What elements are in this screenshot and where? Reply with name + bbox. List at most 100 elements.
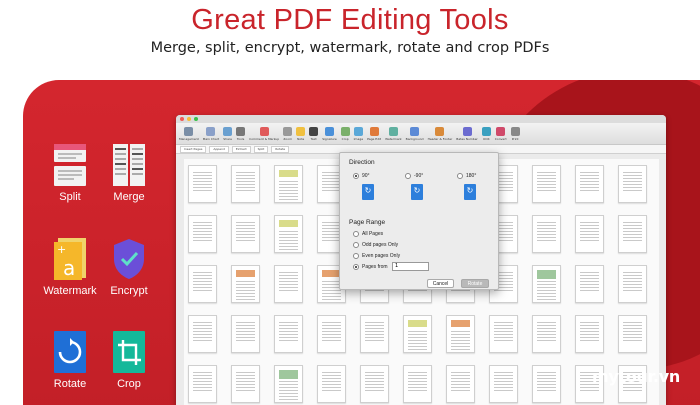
page-thumbnail[interactable] [575, 215, 604, 253]
pages-from-input[interactable]: 1 [392, 262, 429, 271]
direction-neg90-label: -90° [414, 173, 424, 179]
page-thumbnail[interactable] [489, 365, 518, 403]
direction-180-radio[interactable] [457, 173, 463, 179]
page-thumbnail[interactable] [575, 265, 604, 303]
page-thumbnail[interactable] [274, 315, 303, 353]
toolbar-button[interactable]: Zoom [283, 126, 293, 141]
tool-merge[interactable]: Merge [94, 143, 164, 203]
toolbar-glyph-icon [481, 126, 491, 136]
page-thumbnail[interactable] [618, 265, 647, 303]
toolbar-glyph-icon [236, 126, 246, 136]
toolbar-button-label: Management [179, 136, 199, 141]
page-thumbnail[interactable] [575, 315, 604, 353]
close-dot[interactable] [180, 117, 184, 121]
tool-encrypt[interactable]: Encrypt [94, 237, 164, 297]
direction-neg90-radio[interactable] [405, 173, 411, 179]
tool-crop[interactable]: Crop [94, 330, 164, 390]
app-toolbar: Management Main Chart Share Tools Comment & … [176, 123, 666, 145]
merge-icon [111, 143, 147, 187]
toolbar-button[interactable]: Header & Footer [428, 126, 452, 141]
toolbar-glyph-icon [496, 126, 506, 136]
page-thumbnail[interactable] [532, 165, 561, 203]
page-thumbnail[interactable] [532, 365, 561, 403]
page-thumbnail[interactable] [532, 315, 561, 353]
page-thumbnail[interactable] [618, 165, 647, 203]
toolbar-button[interactable]: Watermark [385, 126, 402, 141]
page-thumbnail[interactable] [231, 315, 260, 353]
toolbar-button[interactable]: Main Chart [202, 126, 220, 141]
crop-icon [111, 330, 147, 374]
watermark-icon: + a [52, 237, 88, 281]
page-thumbnail[interactable] [274, 215, 303, 253]
toolbar-button[interactable]: Management [179, 126, 199, 141]
page-thumbnail[interactable] [317, 365, 346, 403]
toolbar-button[interactable]: Share [223, 126, 233, 141]
page-thumbnail[interactable] [231, 165, 260, 203]
page-thumbnail[interactable] [188, 265, 217, 303]
range-all-label: All Pages [362, 231, 384, 237]
subbar-button[interactable]: Insert Pages [180, 145, 207, 153]
toolbar-glyph-icon [510, 126, 520, 136]
page-thumbnail[interactable] [446, 365, 475, 403]
page-thumbnail[interactable] [274, 165, 303, 203]
headline: Great PDF Editing Tools [191, 4, 509, 36]
page-thumbnail[interactable] [532, 215, 561, 253]
toolbar-glyph-icon [296, 126, 306, 136]
page-thumbnail[interactable] [360, 315, 389, 353]
toolbar-button[interactable]: Tools [236, 126, 246, 141]
range-odd-radio[interactable] [353, 242, 359, 248]
toolbar-button[interactable]: Crop [340, 126, 350, 141]
page-thumbnail[interactable] [618, 215, 647, 253]
toolbar-button[interactable]: Text [309, 126, 319, 141]
minimize-dot[interactable] [187, 117, 191, 121]
toolbar-button-label: Tools [236, 136, 245, 141]
range-all-radio[interactable] [353, 231, 359, 237]
toolbar-glyph-icon [324, 126, 334, 136]
page-thumbnail[interactable] [188, 315, 217, 353]
page-thumbnail[interactable] [274, 265, 303, 303]
toolbar-button[interactable]: Note [296, 126, 306, 141]
subbar-button[interactable]: Rotate [271, 145, 290, 153]
subbar-button[interactable]: Append [209, 145, 229, 153]
range-even-label: Even pages Only [362, 253, 401, 259]
subbar-button[interactable]: Split [253, 145, 269, 153]
range-even-radio[interactable] [353, 253, 359, 259]
toolbar-button[interactable]: Convert [495, 126, 507, 141]
page-thumbnail[interactable] [317, 315, 346, 353]
page-thumbnail[interactable] [360, 365, 389, 403]
page-thumbnail[interactable] [618, 315, 647, 353]
page-thumbnail[interactable] [188, 215, 217, 253]
rotate-ccw-icon [411, 184, 423, 200]
toolbar-button[interactable]: Print [510, 126, 520, 141]
page-thumbnail[interactable] [274, 365, 303, 403]
page-thumbnail[interactable] [489, 315, 518, 353]
zoom-dot[interactable] [194, 117, 198, 121]
toolbar-button[interactable]: Image [354, 126, 363, 141]
direction-90-radio[interactable] [353, 173, 359, 179]
toolbar-glyph-icon [462, 126, 472, 136]
toolbar-glyph-icon [435, 126, 445, 136]
toolbar-button[interactable]: OCR [481, 126, 491, 141]
toolbar-glyph-icon [369, 126, 379, 136]
rotate-button[interactable]: Rotate [461, 279, 489, 288]
page-thumbnail[interactable] [403, 315, 432, 353]
range-from-radio[interactable] [353, 264, 359, 270]
page-thumbnail[interactable] [446, 315, 475, 353]
toolbar-button[interactable]: Comment & Markup [249, 126, 280, 141]
toolbar-button-label: Comment & Markup [249, 136, 280, 141]
toolbar-button-label: Main Chart [202, 136, 220, 141]
page-thumbnail[interactable] [188, 365, 217, 403]
page-thumbnail[interactable] [188, 165, 217, 203]
toolbar-button[interactable]: Signature [322, 126, 337, 141]
page-thumbnail[interactable] [231, 265, 260, 303]
subbar-button[interactable]: Extract [231, 145, 251, 153]
page-thumbnail[interactable] [231, 215, 260, 253]
page-thumbnail[interactable] [231, 365, 260, 403]
page-thumbnail[interactable] [403, 365, 432, 403]
toolbar-button[interactable]: Bates Number [456, 126, 478, 141]
cancel-button[interactable]: Cancel [427, 279, 454, 288]
page-thumbnail[interactable] [575, 165, 604, 203]
page-thumbnail[interactable] [532, 265, 561, 303]
toolbar-button[interactable]: Page Edit [367, 126, 381, 141]
toolbar-button[interactable]: Background [406, 126, 424, 141]
